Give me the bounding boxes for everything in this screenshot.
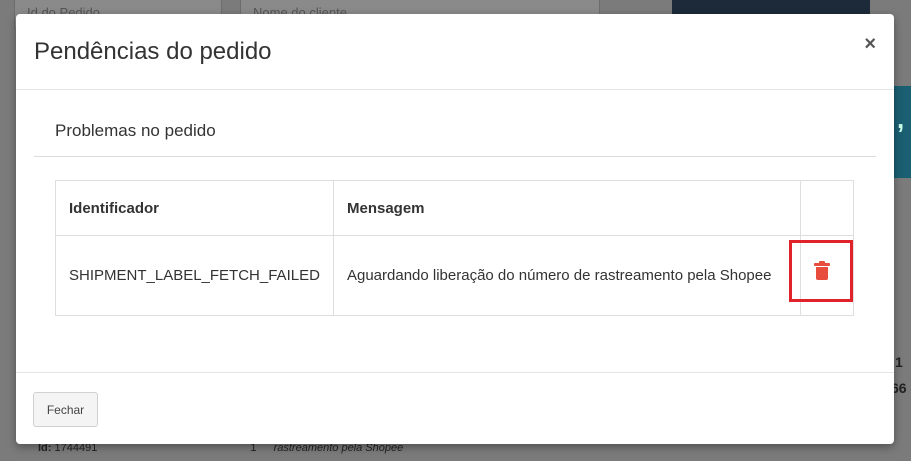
- close-button[interactable]: Fechar: [33, 392, 98, 427]
- table-row: SHIPMENT_LABEL_FETCH_FAILED Aguardando l…: [55, 235, 855, 316]
- header-message: Mensagem: [332, 180, 801, 236]
- modal-title: Pendências do pedido: [34, 38, 272, 65]
- cell-message: Aguardando liberação do número de rastre…: [332, 235, 801, 316]
- header-identifier: Identificador: [55, 180, 334, 236]
- section-divider: [34, 156, 876, 157]
- trash-icon[interactable]: [813, 261, 830, 281]
- cell-identifier: SHIPMENT_LABEL_FETCH_FAILED: [55, 235, 334, 316]
- table-header-row: Identificador Mensagem: [55, 180, 855, 236]
- issues-table: Identificador Mensagem SHIPMENT_LABEL_FE…: [55, 180, 855, 316]
- bg-side-number: 1: [895, 354, 903, 370]
- close-icon[interactable]: ×: [864, 32, 876, 56]
- cell-action: [788, 235, 855, 316]
- header-action: [799, 180, 855, 236]
- section-title: Problemas no pedido: [55, 121, 216, 140]
- bg-teal-panel: ,: [893, 86, 911, 178]
- modal-footer: Fechar: [16, 372, 894, 444]
- modal-header: Pendências do pedido ×: [16, 14, 894, 90]
- order-issues-modal: Pendências do pedido × Problemas no pedi…: [16, 14, 894, 444]
- delete-button[interactable]: [788, 240, 853, 302]
